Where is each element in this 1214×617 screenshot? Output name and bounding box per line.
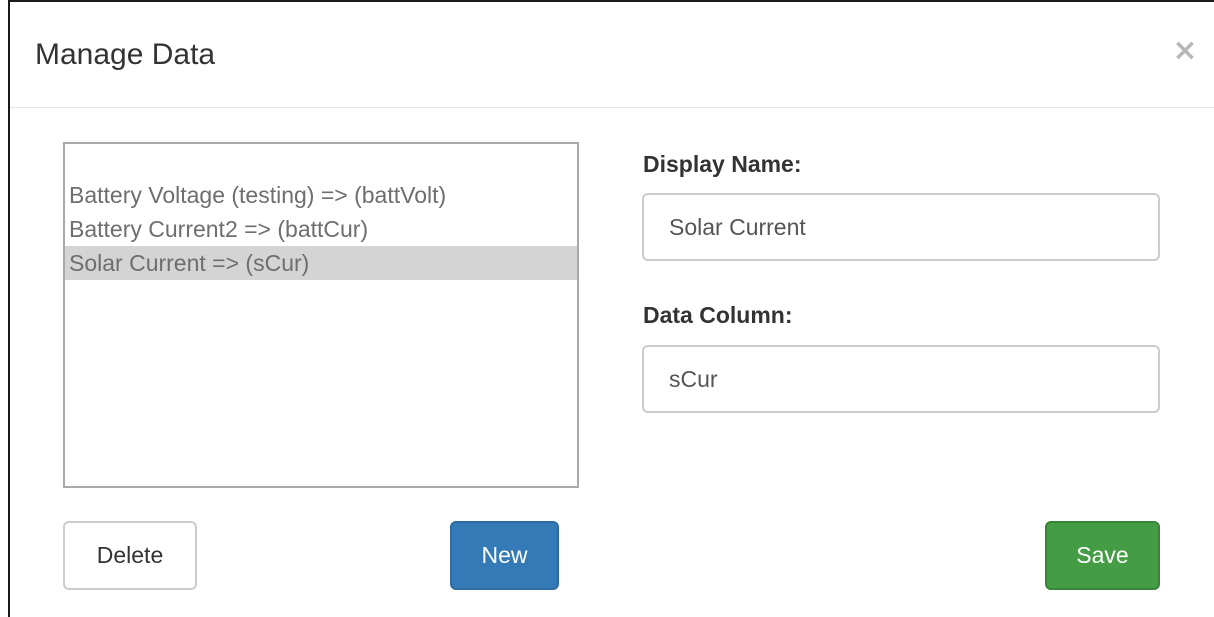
new-button[interactable]: New bbox=[450, 521, 559, 590]
list-item-batt-cur[interactable]: Battery Current2 => (battCur) bbox=[65, 212, 577, 246]
data-column-label: Data Column: bbox=[643, 302, 793, 328]
data-column-input[interactable] bbox=[642, 345, 1160, 413]
close-button[interactable]: × bbox=[1170, 36, 1200, 66]
data-listbox[interactable]: Battery Voltage (testing) => (battVolt) … bbox=[63, 142, 579, 488]
manage-data-dialog: Manage Data × Battery Voltage (testing) … bbox=[0, 0, 1214, 617]
close-icon: × bbox=[1172, 33, 1198, 68]
display-name-input[interactable] bbox=[642, 193, 1160, 261]
list-item-batt-volt[interactable]: Battery Voltage (testing) => (battVolt) bbox=[65, 178, 577, 212]
display-name-label: Display Name: bbox=[643, 151, 802, 177]
save-button[interactable]: Save bbox=[1045, 521, 1160, 590]
delete-button[interactable]: Delete bbox=[63, 521, 197, 590]
list-item-solar-current[interactable]: Solar Current => (sCur) bbox=[65, 246, 577, 280]
dialog-header: Manage Data × bbox=[10, 2, 1214, 108]
dialog-title: Manage Data bbox=[35, 38, 216, 71]
